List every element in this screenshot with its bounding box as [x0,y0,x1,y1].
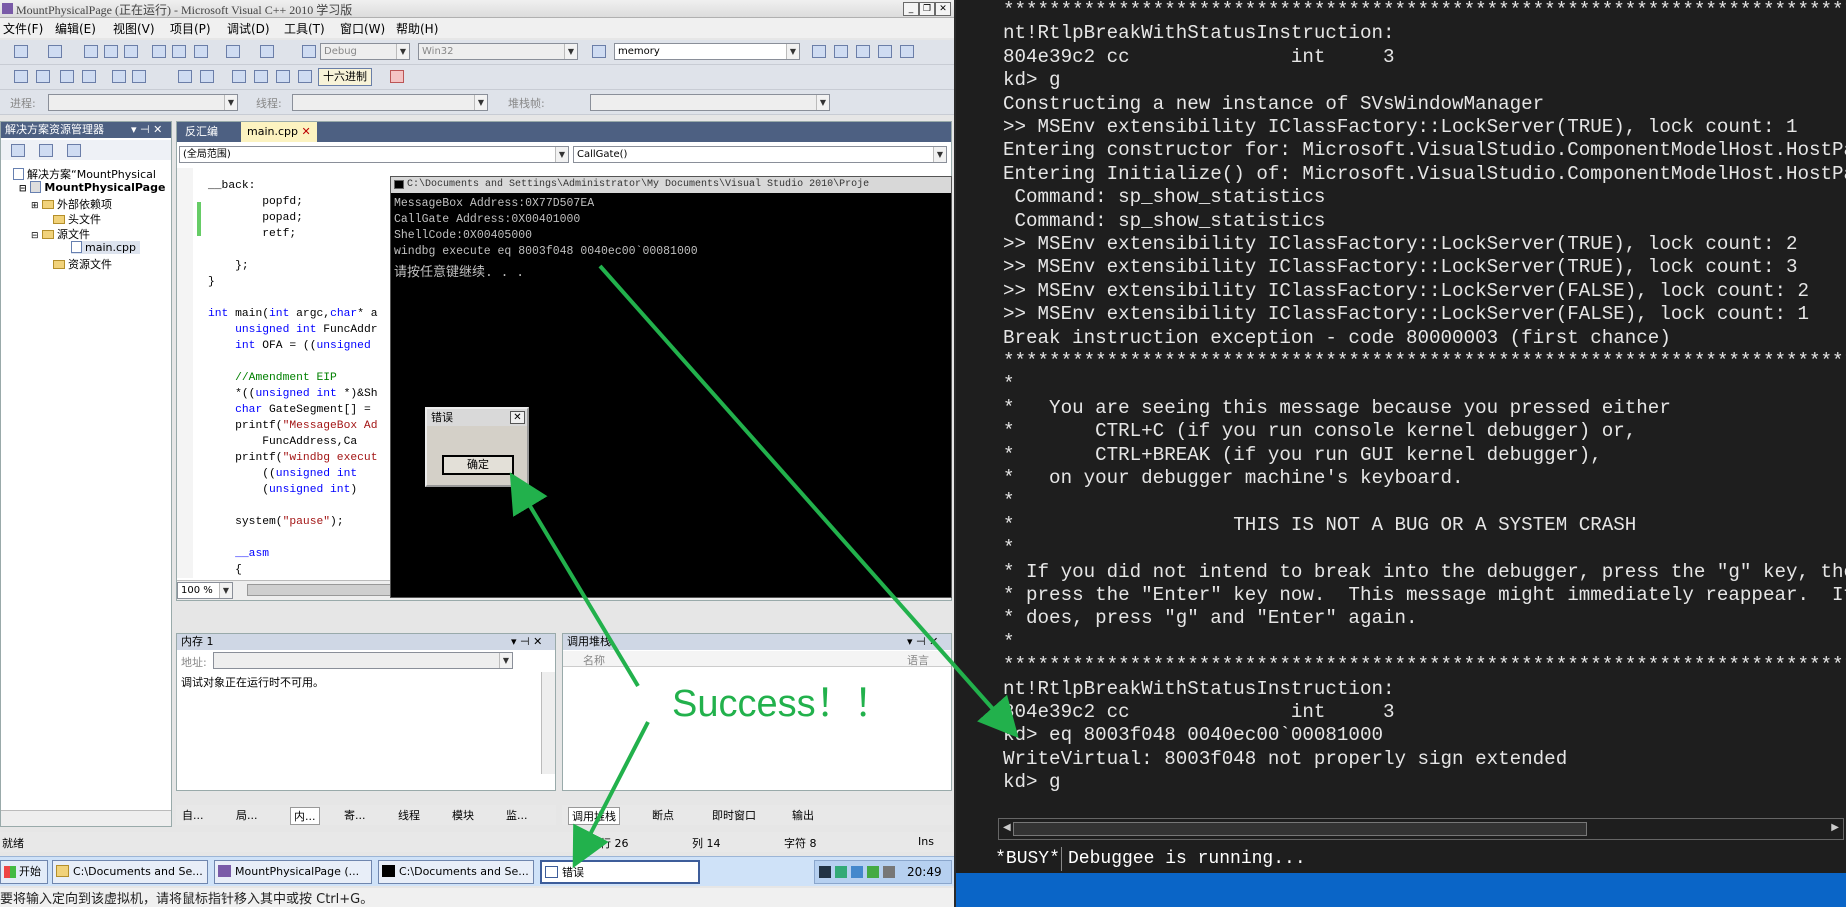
arrow-to-error-dialog [509,472,640,688]
annotation-overlay [509,264,1019,869]
arrow-to-taskbar [572,721,650,869]
success-annotation: Success！！ [672,683,892,725]
arrow-to-windbg [598,264,1019,738]
